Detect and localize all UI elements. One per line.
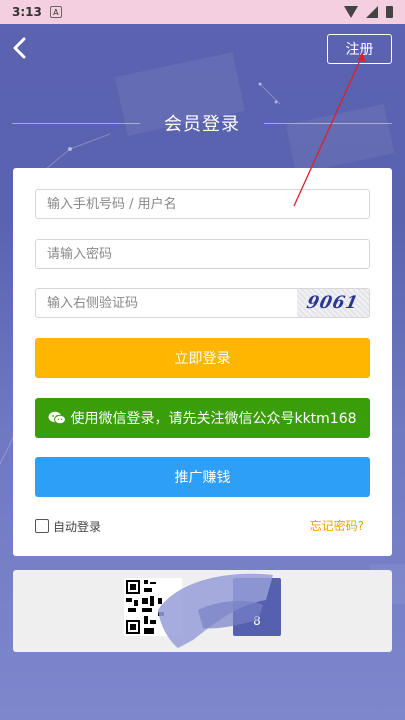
title-row: 会员登录 (12, 108, 392, 138)
captcha-input[interactable] (35, 288, 297, 318)
password-input[interactable] (35, 239, 370, 269)
login-card: 9061 立即登录 使用微信登录，请先关注微信公众号kktm168 推广赚钱 自… (13, 168, 392, 556)
promo-button[interactable]: 推广赚钱 (35, 457, 370, 497)
auto-login-checkbox[interactable] (35, 519, 49, 533)
title-divider-left (12, 122, 140, 124)
status-time: 3:13 (12, 5, 42, 19)
login-button[interactable]: 立即登录 (35, 338, 370, 378)
wechat-login-button[interactable]: 使用微信登录，请先关注微信公众号kktm168 (35, 398, 370, 438)
username-input[interactable] (35, 189, 370, 219)
auto-login-toggle[interactable]: 自动登录 (35, 517, 101, 535)
wifi-icon (344, 6, 358, 18)
status-icons (344, 6, 393, 18)
promo-banner[interactable]: 8 (13, 570, 392, 652)
register-button[interactable]: 注册 (327, 34, 392, 64)
chevron-left-icon (13, 37, 26, 59)
auto-login-label: 自动登录 (53, 519, 102, 534)
captcha-image[interactable]: 9061 (297, 288, 370, 318)
page-title: 会员登录 (164, 114, 240, 135)
blur-overlay (158, 573, 273, 648)
signal-icon (366, 6, 378, 18)
captcha-text: 9061 (305, 293, 361, 313)
battery-icon (386, 6, 393, 18)
wechat-icon (48, 411, 67, 425)
notification-icon: A (49, 6, 62, 18)
back-button[interactable] (10, 36, 34, 60)
title-divider-right (264, 122, 392, 124)
status-bar: 3:13 A (0, 0, 405, 24)
wechat-login-label: 使用微信登录，请先关注微信公众号kktm168 (70, 411, 357, 427)
forgot-password-link[interactable]: 忘记密码? (310, 517, 364, 534)
